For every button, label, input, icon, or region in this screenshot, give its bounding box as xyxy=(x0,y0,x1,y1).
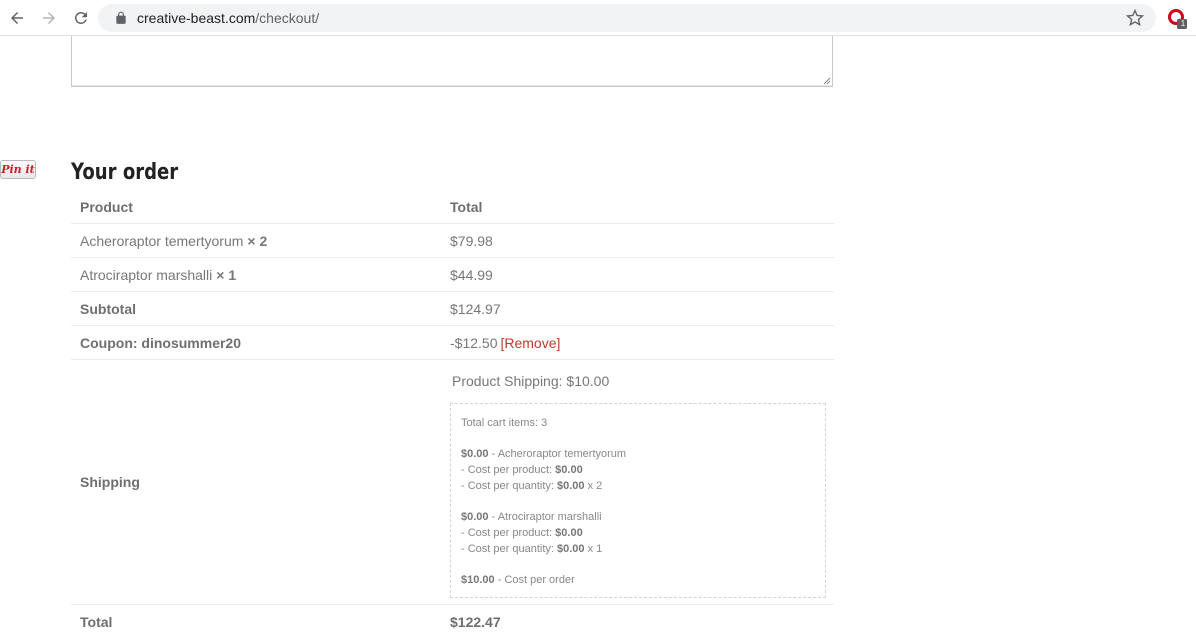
url-path: /checkout/ xyxy=(255,10,320,26)
lock-icon xyxy=(116,11,126,24)
address-bar[interactable]: creative-beast.com/checkout/ xyxy=(98,4,1156,32)
shipping-method: Product Shipping: $10.00 xyxy=(452,373,610,389)
product-total: $79.98 xyxy=(450,233,493,249)
shipping-label: Shipping xyxy=(80,474,140,490)
your-order-heading: Your order xyxy=(71,160,179,185)
back-button[interactable] xyxy=(7,8,27,28)
cost-per-order-line: $10.00 - Cost per order xyxy=(461,572,815,588)
product-name: Atrociraptor marshalli × 1 xyxy=(80,267,236,283)
browser-toolbar: creative-beast.com/checkout/ 1 xyxy=(0,0,1196,36)
cost-per-quantity-line: - Cost per quantity: $0.00 x 2 xyxy=(461,478,815,494)
table-row: Atrociraptor marshalli × 1 $44.99 xyxy=(71,258,834,292)
shipping-item-line: $0.00 - Acheroraptor temertyorum xyxy=(461,446,815,462)
cost-per-product-label: - Cost per product: xyxy=(461,464,556,476)
shipping-item-name: - Acheroraptor temertyorum xyxy=(488,448,627,460)
reload-icon xyxy=(75,12,87,24)
cost-per-product-value: $0.00 xyxy=(555,527,583,539)
coupon-value: -$12.50 [Remove] xyxy=(450,335,560,351)
cost-per-product-label: - Cost per product: xyxy=(461,527,556,539)
order-total-value: $122.47 xyxy=(450,614,501,630)
coupon-discount: -$12.50 xyxy=(450,335,498,351)
product-quantity: × 1 xyxy=(216,267,237,283)
pinterest-pin-it-button[interactable]: Pin it xyxy=(0,160,36,179)
order-notes-textarea[interactable] xyxy=(71,36,833,87)
shipping-breakdown-box: Total cart items: 3 $0.00 - Acheroraptor… xyxy=(450,403,826,598)
cost-per-quantity-value: $0.00 xyxy=(557,480,585,492)
product-name-text: Acheroraptor temertyorum xyxy=(80,233,244,249)
bookmark-star-icon[interactable] xyxy=(1126,9,1144,27)
url-text: creative-beast.com/checkout/ xyxy=(137,10,319,26)
total-cart-items: Total cart items: 3 xyxy=(461,417,548,429)
table-header-row: Product Total xyxy=(71,190,834,224)
coupon-row: Coupon: dinosummer20 -$12.50 [Remove] xyxy=(71,326,834,360)
arrow-right-icon xyxy=(43,12,55,24)
forward-button[interactable] xyxy=(39,8,59,28)
total-column-header: Total xyxy=(450,199,483,215)
cost-per-quantity-line: - Cost per quantity: $0.00 x 1 xyxy=(461,541,815,557)
cost-per-quantity-multiplier: x 2 xyxy=(584,480,603,492)
cost-per-product-value: $0.00 xyxy=(555,464,583,476)
subtotal-row: Subtotal $124.97 xyxy=(71,292,834,326)
arrow-left-icon xyxy=(11,12,23,24)
extension-button[interactable]: 1 xyxy=(1167,8,1189,30)
cost-per-product-line: - Cost per product: $0.00 xyxy=(461,525,815,541)
coupon-label: Coupon: dinosummer20 xyxy=(80,335,242,351)
reload-button[interactable] xyxy=(71,8,91,28)
shipping-item-price: $0.00 xyxy=(461,511,489,523)
shipping-item-breakdown: $0.00 - Atrociraptor marshalli - Cost pe… xyxy=(461,509,815,557)
cost-per-quantity-label: - Cost per quantity: xyxy=(461,480,557,492)
cost-per-product-line: - Cost per product: $0.00 xyxy=(461,462,815,478)
remove-coupon-link[interactable]: [Remove] xyxy=(500,335,560,351)
resize-grip-icon[interactable] xyxy=(823,77,831,85)
cost-per-quantity-value: $0.00 xyxy=(557,543,585,555)
order-review-table: Product Total Acheroraptor temertyorum × … xyxy=(71,190,834,639)
shipping-item-price: $0.00 xyxy=(461,448,489,460)
subtotal-label: Subtotal xyxy=(80,301,136,317)
product-column-header: Product xyxy=(80,199,133,215)
product-total: $44.99 xyxy=(450,267,493,283)
product-name: Acheroraptor temertyorum × 2 xyxy=(80,233,267,249)
cost-per-quantity-multiplier: x 1 xyxy=(584,543,603,555)
product-quantity: × 2 xyxy=(247,233,268,249)
table-row: Acheroraptor temertyorum × 2 $79.98 xyxy=(71,224,834,258)
shipping-row: Shipping Product Shipping: $10.00 Total … xyxy=(71,360,834,605)
subtotal-value: $124.97 xyxy=(450,301,501,317)
shipping-item-line: $0.00 - Atrociraptor marshalli xyxy=(461,509,815,525)
cost-per-quantity-label: - Cost per quantity: xyxy=(461,543,557,555)
shipping-item-breakdown: $0.00 - Acheroraptor temertyorum - Cost … xyxy=(461,446,815,494)
product-name-text: Atrociraptor marshalli xyxy=(80,267,213,283)
shipping-item-name: - Atrociraptor marshalli xyxy=(488,511,602,523)
cost-per-order-value: $10.00 xyxy=(461,574,495,586)
extension-badge: 1 xyxy=(1180,19,1186,28)
order-total-label: Total xyxy=(80,614,113,630)
cost-per-order-label: - Cost per order xyxy=(494,574,575,586)
url-domain: creative-beast.com xyxy=(137,10,256,26)
